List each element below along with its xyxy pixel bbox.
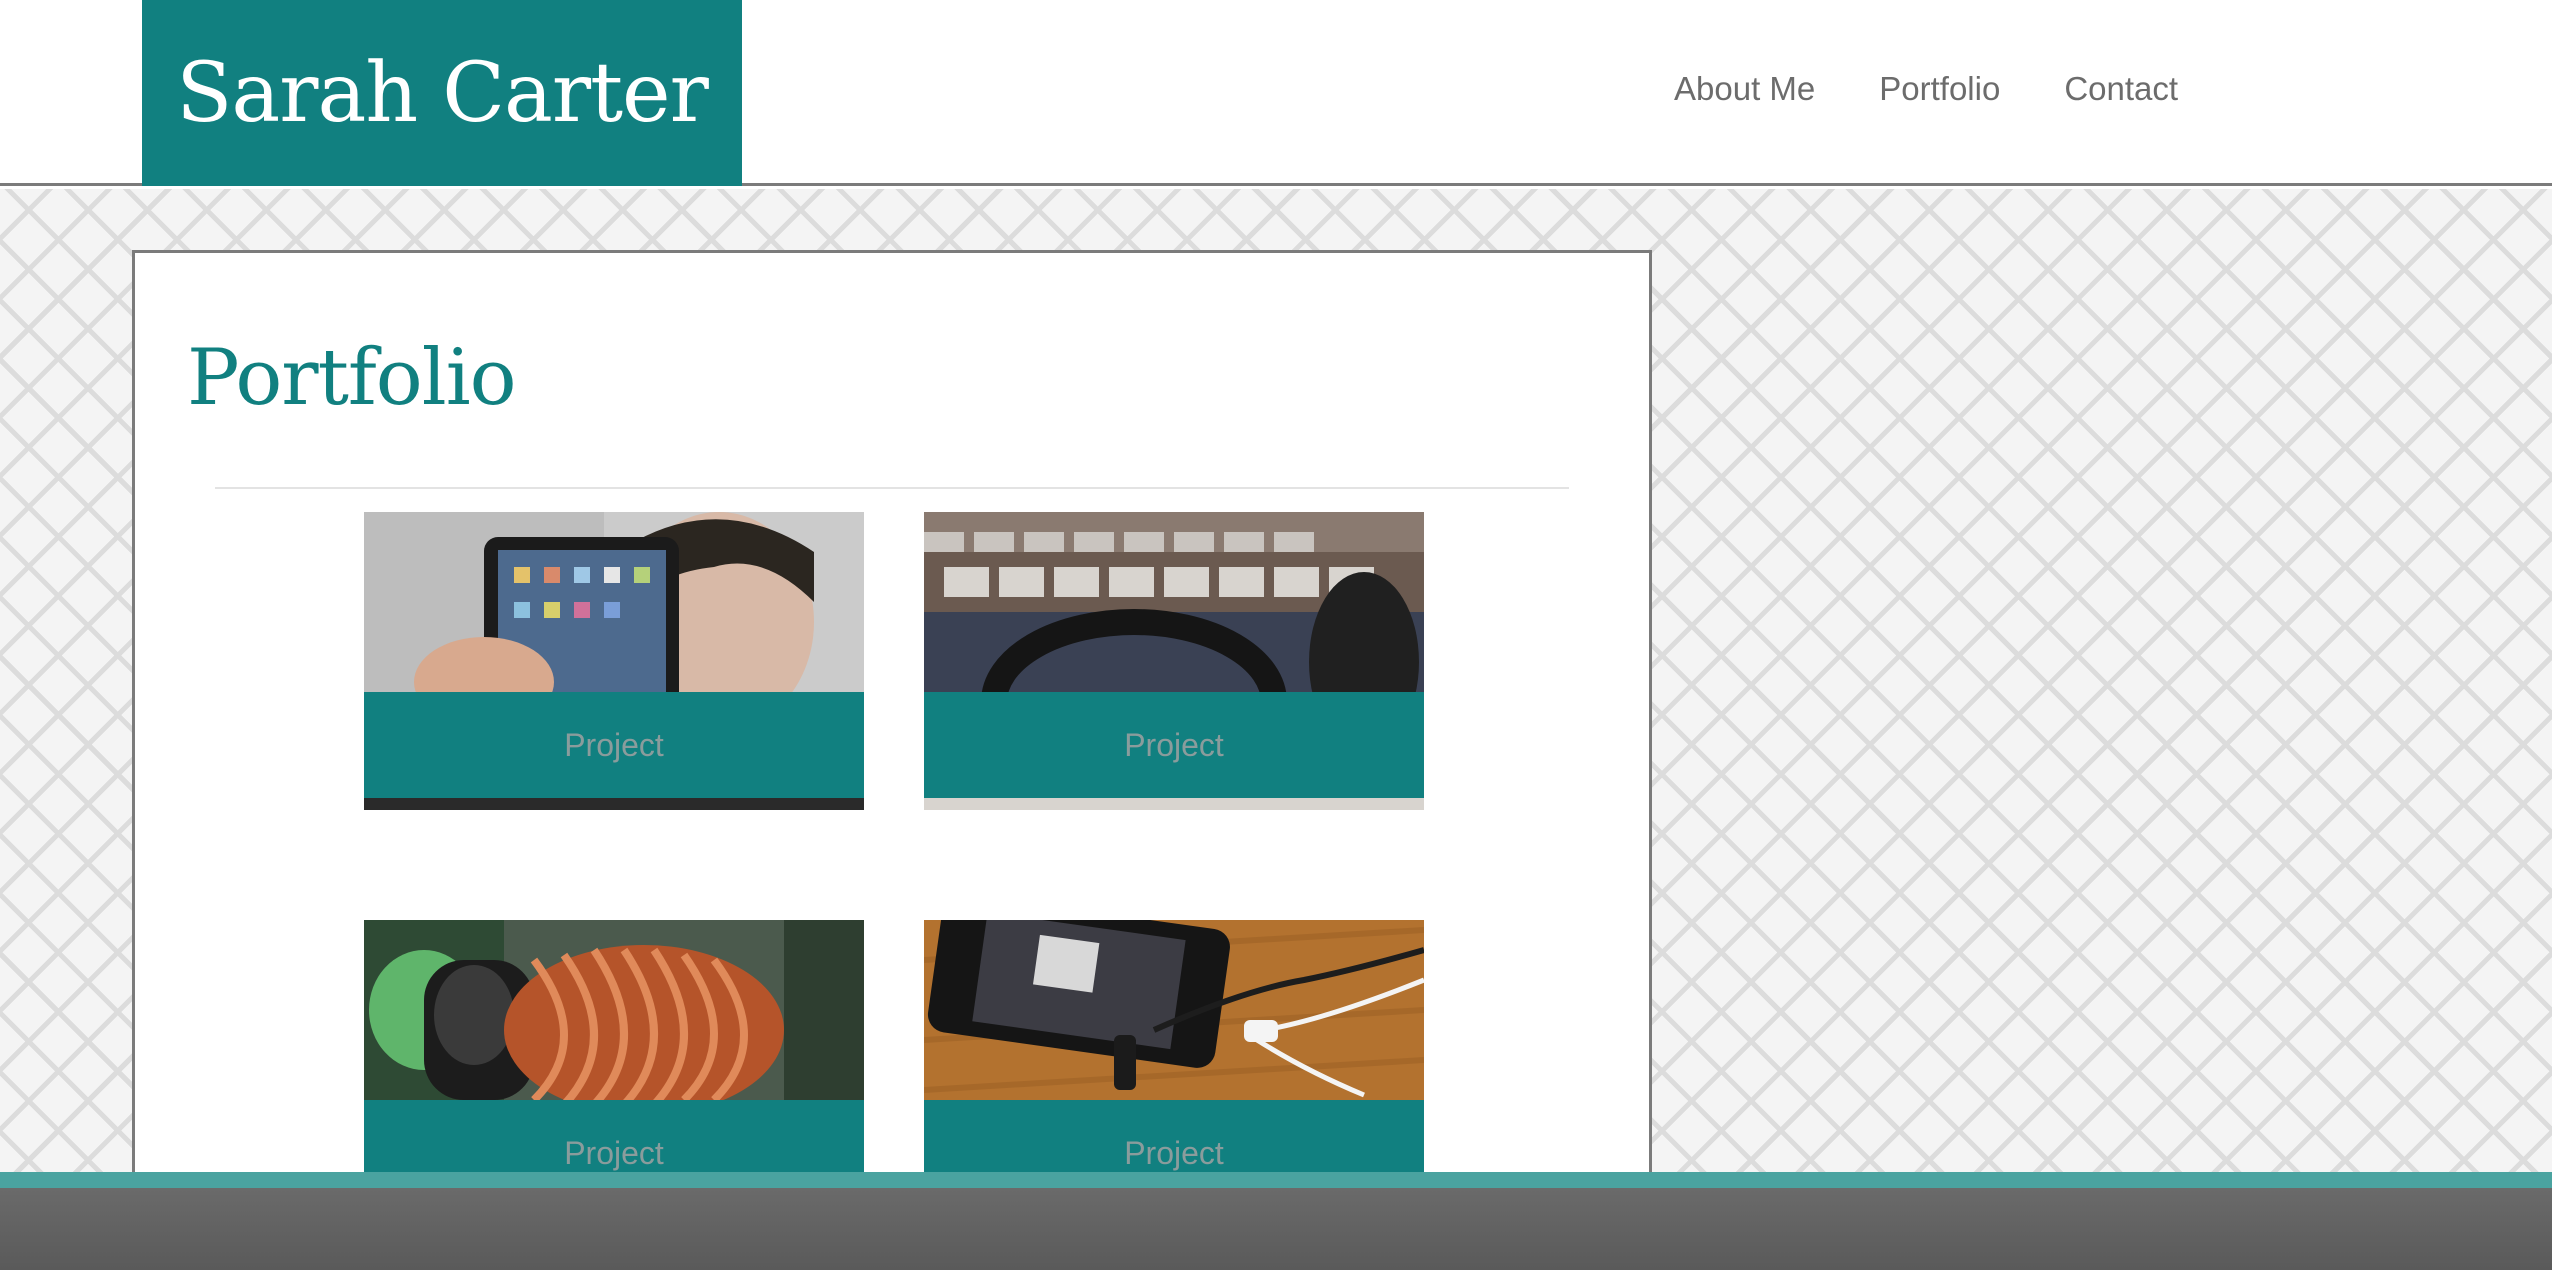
- content-panel: Portfolio Project Project Project Projec…: [132, 250, 1652, 1218]
- title-divider: [215, 487, 1569, 489]
- footer-accent-bar: [0, 1172, 2552, 1188]
- nav-contact[interactable]: Contact: [2064, 70, 2178, 108]
- main-nav: About Me Portfolio Contact: [1674, 70, 2242, 108]
- project-card-1[interactable]: Project: [364, 512, 864, 810]
- nav-portfolio[interactable]: Portfolio: [1879, 70, 2000, 108]
- project-label: Project: [364, 692, 864, 798]
- project-card-2[interactable]: Project: [924, 512, 1424, 810]
- site-header: Sarah Carter About Me Portfolio Contact: [0, 0, 2552, 186]
- site-footer: [0, 1188, 2552, 1270]
- site-logo[interactable]: Sarah Carter: [142, 0, 742, 186]
- project-label: Project: [924, 692, 1424, 798]
- nav-about-me[interactable]: About Me: [1674, 70, 1815, 108]
- page-title: Portfolio: [187, 333, 517, 423]
